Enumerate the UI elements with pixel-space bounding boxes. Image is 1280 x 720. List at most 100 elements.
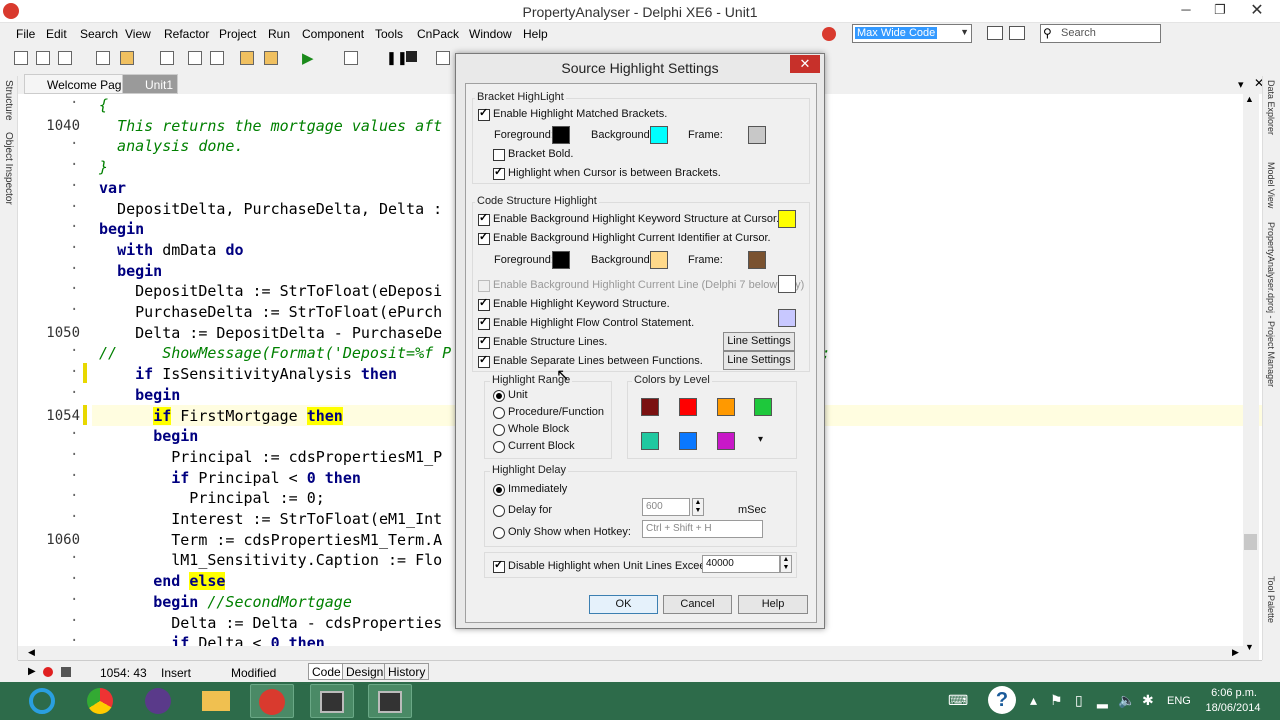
menu-cnpack[interactable]: CnPack [417,27,459,41]
delphi-taskbar-icon[interactable] [250,684,294,718]
open-project-icon[interactable] [58,51,72,65]
structure-fg-swatch[interactable] [552,251,570,269]
chrome-icon[interactable] [78,684,122,718]
media-player-icon[interactable] [136,684,180,718]
bg-current-line-checkbox[interactable]: Enable Background Highlight Current Line… [478,279,804,293]
menu-project[interactable]: Project [219,27,256,41]
flag-icon[interactable]: ⚑ [1050,692,1063,709]
range-unit-radio[interactable]: Unit [493,389,528,403]
code-line[interactable]: analysis done. [99,136,243,156]
structure-lines-checkbox[interactable]: Enable Structure Lines. [478,335,607,350]
stop-icon[interactable] [406,51,417,62]
code-line[interactable]: Delta := Delta - cdsProperties [99,613,442,633]
bg-current-identifier-checkbox[interactable]: Enable Background Highlight Current Iden… [478,231,771,246]
project-manager-panel-tab[interactable]: PropertyAnalyser.dproj - Project Manager [1266,222,1276,442]
volume-icon[interactable]: 🔈 [1118,692,1135,709]
tray-app-icon[interactable]: ✱ [1142,692,1154,709]
code-line[interactable]: This returns the mortgage values aft [99,116,442,136]
file-explorer-icon[interactable] [194,684,238,718]
maximize-button[interactable]: ❐ [1210,2,1230,18]
code-line[interactable]: lM1_Sensitivity.Caption := Flo [99,550,442,570]
keyboard-icon[interactable]: ⌨ [948,692,968,709]
highlight-between-brackets-checkbox[interactable]: Highlight when Cursor is between Bracket… [493,166,721,181]
delay-spinner[interactable]: ▲ ▼ [692,498,704,516]
set-debug-desktop-icon[interactable] [1009,26,1025,40]
code-line[interactable]: DepositDelta := StrToFloat(eDeposi [99,281,442,301]
scroll-left-icon[interactable]: ◀ [28,647,35,658]
hotkey-input[interactable]: Ctrl + Shift + H [642,520,763,538]
menu-tools[interactable]: Tools [375,27,403,41]
code-line[interactable]: begin [99,426,198,446]
keyword-bg-swatch[interactable] [778,210,796,228]
help-icon[interactable]: ? [988,686,1016,714]
scroll-right-icon[interactable]: ▶ [1232,647,1239,658]
network-icon[interactable]: ▂ [1097,692,1108,709]
add-to-project-icon[interactable] [264,51,278,65]
level-2-color-swatch[interactable] [679,398,697,416]
code-line[interactable]: end else [99,571,226,591]
menu-edit[interactable]: Edit [46,27,67,41]
tab-welcome-page[interactable]: Welcome Page [24,74,134,94]
step-over-icon[interactable] [436,51,450,65]
object-inspector-panel-tab[interactable]: Object Inspector [3,132,14,205]
open-project-folder-icon[interactable] [240,51,254,65]
editor-horizontal-scrollbar[interactable]: ◀ ▶ [18,646,1243,660]
separate-lines-checkbox[interactable]: Enable Separate Lines between Functions. [478,354,703,369]
chevron-down-icon[interactable]: ▼ [960,27,969,37]
help-button[interactable]: Help [738,595,808,614]
bracket-bg-swatch[interactable] [650,126,668,144]
level-7-color-swatch[interactable] [717,432,735,450]
desktop-layout-combo[interactable]: Max Wide Code ▼ [852,24,972,43]
range-whole-block-radio[interactable]: Whole Block [493,423,569,437]
app-taskbar-icon-2[interactable] [368,684,412,718]
code-line[interactable]: begin [99,385,180,405]
menu-search[interactable]: Search [80,27,118,41]
tab-code[interactable]: Code [308,663,345,680]
enable-bracket-highlight-checkbox[interactable]: Enable Highlight Matched Brackets. [478,107,667,122]
new-icon[interactable] [14,51,28,65]
menu-run[interactable]: Run [268,27,290,41]
code-line[interactable]: Interest := StrToFloat(eM1_Int [99,509,442,529]
code-line[interactable]: if IsSensitivityAnalysis then [99,364,397,384]
delay-hotkey-radio[interactable]: Only Show when Hotkey: [493,526,631,540]
level-4-color-swatch[interactable] [754,398,772,416]
dialog-close-button[interactable]: ✕ [790,55,820,73]
save-all-icon[interactable] [188,51,202,65]
ok-button[interactable]: OK [589,595,658,614]
structure-panel-tab[interactable]: Structure [3,80,14,121]
menu-window[interactable]: Window [469,27,512,41]
code-line[interactable]: Principal := 0; [99,488,324,508]
new-form-icon[interactable] [96,51,110,65]
code-line[interactable]: begin [99,219,144,239]
level-5-color-swatch[interactable] [641,432,659,450]
menu-component[interactable]: Component [302,27,364,41]
tray-expand-icon[interactable]: ▴ [1030,692,1037,709]
structure-frame-swatch[interactable] [748,251,766,269]
code-line[interactable]: if Principal < 0 then [99,468,361,488]
code-line[interactable]: Term := cdsPropertiesM1_Term.A [99,530,442,550]
level-1-color-swatch[interactable] [641,398,659,416]
level-6-color-swatch[interactable] [679,432,697,450]
tool-palette-panel-tab[interactable]: Tool Palette [1266,576,1276,623]
save-desktop-icon[interactable] [987,26,1003,40]
scroll-up-icon[interactable]: ▲ [1245,94,1254,104]
save-icon[interactable] [160,51,174,65]
internet-explorer-icon[interactable] [20,684,64,718]
run-without-debug-icon[interactable] [344,51,358,65]
clock-date[interactable]: 18/06/2014 [1200,702,1266,714]
flow-control-swatch[interactable] [778,309,796,327]
close-button[interactable]: ✕ [1234,0,1280,22]
code-line[interactable]: if FirstMortgage then [99,406,343,426]
tab-unit1[interactable]: Unit1 [122,74,179,94]
ide-search-input[interactable]: Search [1040,24,1161,43]
clock-time[interactable]: 6:06 p.m. [1204,687,1264,699]
editor-vertical-scrollbar[interactable]: ▲ ▼ [1243,94,1259,660]
minimize-button[interactable]: ─ [1176,2,1196,17]
scroll-thumb[interactable] [1244,534,1257,550]
bracket-fg-swatch[interactable] [552,126,570,144]
structure-bg-swatch[interactable] [650,251,668,269]
code-line[interactable]: Delta := DepositDelta - PurchaseDe [99,323,442,343]
cancel-button[interactable]: Cancel [663,595,732,614]
tab-design[interactable]: Design [342,663,388,680]
bg-keyword-structure-checkbox[interactable]: Enable Background Highlight Keyword Stru… [478,212,779,227]
